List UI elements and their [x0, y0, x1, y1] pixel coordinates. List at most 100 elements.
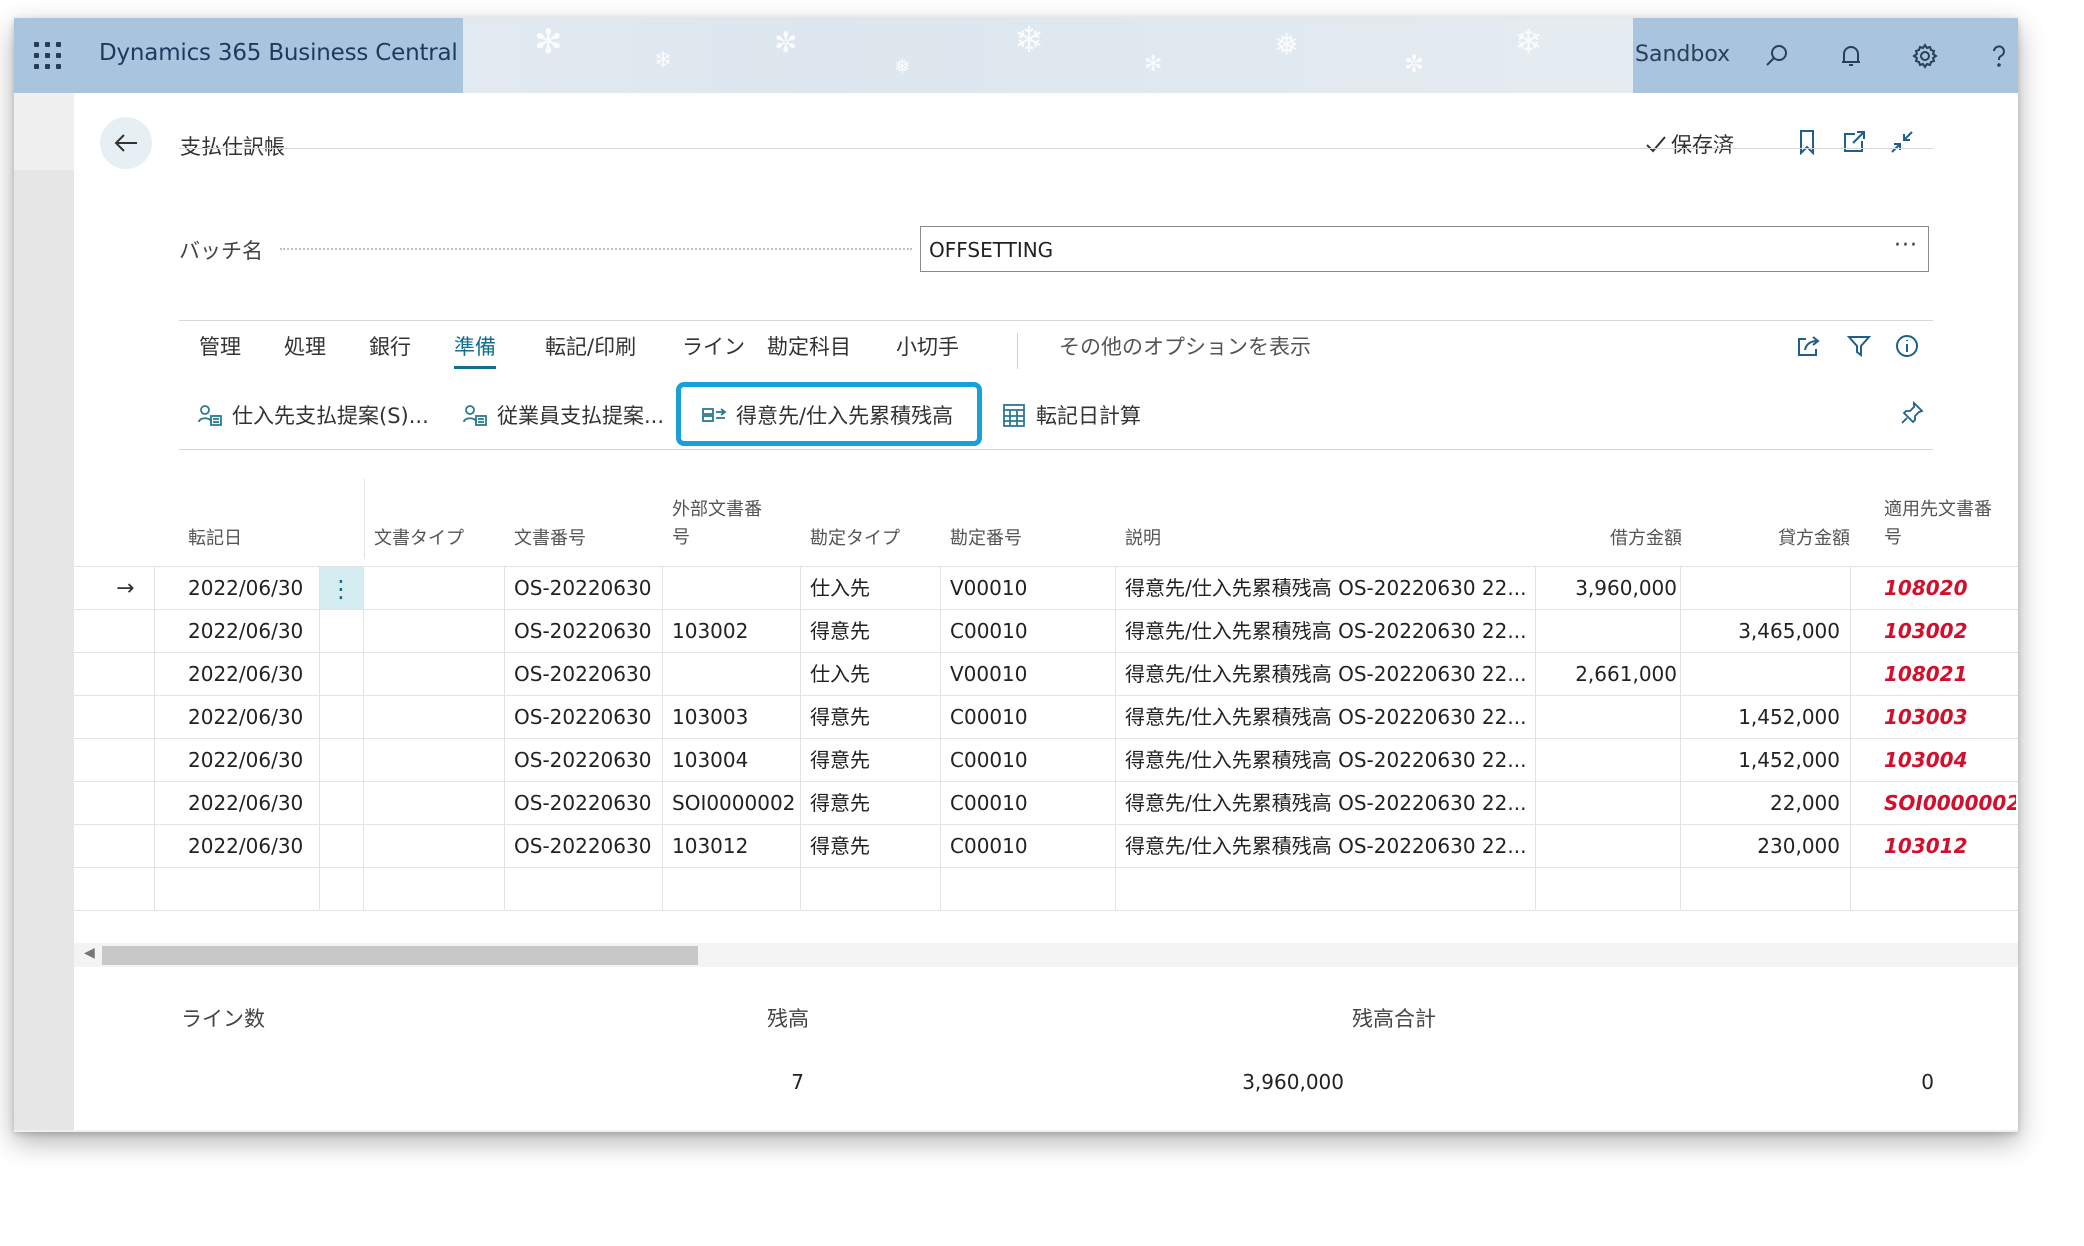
lookup-ellipsis-button[interactable]: ···: [1894, 233, 1918, 258]
show-more-options-button[interactable]: その他のオプションを表示: [1059, 331, 1311, 361]
cell-account-no[interactable]: C00010: [950, 696, 1110, 739]
cell-credit-amount[interactable]: 1,452,000: [1700, 739, 1840, 782]
tab-bank[interactable]: 銀行: [369, 331, 411, 361]
cell-external-doc-no[interactable]: 103002: [672, 610, 797, 653]
net-customer-vendor-balances-button[interactable]: 得意先/仕入先累積残高: [700, 397, 953, 433]
cell-account-no[interactable]: V00010: [950, 653, 1110, 696]
table-row-empty[interactable]: [74, 867, 2018, 911]
table-row[interactable]: → ⋮ 2022/06/30 OS-20220630 仕入先 V00010 得意先/仕入先累…: [74, 566, 2018, 610]
cell-document-type[interactable]: [374, 653, 504, 696]
cell-document-type[interactable]: [374, 696, 504, 739]
cell-account-no[interactable]: C00010: [950, 825, 1110, 868]
cell-credit-amount[interactable]: [1700, 653, 1840, 696]
back-button[interactable]: [100, 117, 152, 169]
cell-applies-to-doc-no[interactable]: 103012: [1884, 825, 2016, 868]
suggest-employee-payments-button[interactable]: 従業員支払提案...: [461, 397, 664, 433]
tab-prepare[interactable]: 準備: [454, 331, 496, 369]
cell-posting-date[interactable]: 2022/06/30: [188, 610, 308, 653]
tab-process[interactable]: 処理: [284, 331, 326, 361]
cell-external-doc-no[interactable]: SOI0000002: [672, 782, 797, 825]
tab-account[interactable]: 勘定科目: [767, 331, 851, 361]
cell-document-no[interactable]: OS-20220630: [514, 696, 659, 739]
cell-document-type[interactable]: [374, 782, 504, 825]
cell-document-no[interactable]: OS-20220630: [514, 610, 659, 653]
cell-account-no[interactable]: C00010: [950, 739, 1110, 782]
cell-debit-amount[interactable]: 2,661,000: [1540, 653, 1677, 696]
cell-description[interactable]: 得意先/仕入先累積残高 OS-20220630 22...: [1125, 653, 1530, 696]
search-icon[interactable]: [1759, 38, 1795, 74]
cell-posting-date[interactable]: 2022/06/30: [188, 782, 308, 825]
column-header-posting-date[interactable]: 転記日: [188, 525, 242, 553]
cell-document-no[interactable]: OS-20220630: [514, 653, 659, 696]
cell-account-type[interactable]: 得意先: [810, 825, 935, 868]
table-row[interactable]: 2022/06/30 OS-20220630 103012 得意先 C00010 得意先/…: [74, 824, 2018, 868]
cell-external-doc-no[interactable]: 103003: [672, 696, 797, 739]
calculate-posting-date-button[interactable]: 転記日計算: [1000, 397, 1141, 433]
cell-posting-date[interactable]: 2022/06/30: [188, 567, 308, 610]
table-row[interactable]: 2022/06/30 OS-20220630 仕入先 V00010 得意先/仕入先累積残…: [74, 652, 2018, 696]
cell-document-no[interactable]: OS-20220630: [514, 782, 659, 825]
cell-account-type[interactable]: 得意先: [810, 696, 935, 739]
cell-account-type[interactable]: 得意先: [810, 739, 935, 782]
cell-applies-to-doc-no[interactable]: 103003: [1884, 696, 2016, 739]
cell-account-type[interactable]: 得意先: [810, 782, 935, 825]
column-header-account-type[interactable]: 勘定タイプ: [810, 525, 900, 553]
cell-description[interactable]: 得意先/仕入先累積残高 OS-20220630 22...: [1125, 610, 1530, 653]
suggest-vendor-payments-button[interactable]: 仕入先支払提案(S)...: [196, 397, 429, 433]
waffle-icon[interactable]: [34, 42, 62, 70]
tab-manage[interactable]: 管理: [199, 331, 241, 361]
help-icon[interactable]: [1981, 38, 2017, 74]
collapse-icon[interactable]: [1887, 127, 1917, 157]
column-header-credit-amount[interactable]: 貸方金額: [1778, 525, 1850, 553]
cell-document-type[interactable]: [374, 567, 504, 610]
filter-icon[interactable]: [1844, 331, 1874, 361]
info-icon[interactable]: [1892, 331, 1922, 361]
cell-debit-amount[interactable]: [1540, 739, 1677, 782]
column-header-document-no[interactable]: 文書番号: [514, 525, 586, 553]
cell-credit-amount[interactable]: 3,465,000: [1700, 610, 1840, 653]
scrollbar-thumb[interactable]: [102, 946, 698, 965]
cell-account-no[interactable]: C00010: [950, 782, 1110, 825]
cell-description[interactable]: 得意先/仕入先累積残高 OS-20220630 22...: [1125, 739, 1530, 782]
column-header-applies-to-doc-no[interactable]: 適用先文書番 号: [1884, 496, 1992, 552]
column-header-account-no[interactable]: 勘定番号: [950, 525, 1022, 553]
cell-description[interactable]: 得意先/仕入先累積残高 OS-20220630 22...: [1125, 782, 1530, 825]
cell-debit-amount[interactable]: [1540, 610, 1677, 653]
cell-posting-date[interactable]: 2022/06/30: [188, 825, 308, 868]
cell-document-type[interactable]: [374, 825, 504, 868]
cell-description[interactable]: 得意先/仕入先累積残高 OS-20220630 22...: [1125, 696, 1530, 739]
cell-account-type[interactable]: 仕入先: [810, 653, 935, 696]
scroll-left-arrow-icon[interactable]: ◀: [84, 945, 95, 961]
bookmark-icon[interactable]: [1792, 127, 1822, 157]
cell-posting-date[interactable]: 2022/06/30: [188, 696, 308, 739]
column-header-external-doc-no[interactable]: 外部文書番 号: [672, 496, 762, 552]
cell-external-doc-no[interactable]: 103004: [672, 739, 797, 782]
cell-debit-amount[interactable]: [1540, 782, 1677, 825]
table-row[interactable]: 2022/06/30 OS-20220630 SOI0000002 得意先 C00010…: [74, 781, 2018, 825]
cell-debit-amount[interactable]: [1540, 825, 1677, 868]
cell-credit-amount[interactable]: 22,000: [1700, 782, 1840, 825]
cell-document-type[interactable]: [374, 610, 504, 653]
cell-account-type[interactable]: 仕入先: [810, 567, 935, 610]
cell-external-doc-no[interactable]: 103012: [672, 825, 797, 868]
open-new-window-icon[interactable]: [1839, 127, 1869, 157]
cell-debit-amount[interactable]: [1540, 696, 1677, 739]
cell-posting-date[interactable]: 2022/06/30: [188, 653, 308, 696]
cell-applies-to-doc-no[interactable]: SOI0000002: [1884, 782, 2016, 825]
cell-applies-to-doc-no[interactable]: 103004: [1884, 739, 2016, 782]
cell-document-no[interactable]: OS-20220630: [514, 567, 659, 610]
tab-check[interactable]: 小切手: [896, 331, 959, 361]
cell-applies-to-doc-no[interactable]: 103002: [1884, 610, 2016, 653]
table-row[interactable]: 2022/06/30 OS-20220630 103004 得意先 C00010 得意先/…: [74, 738, 2018, 782]
column-header-description[interactable]: 説明: [1125, 525, 1161, 553]
share-icon[interactable]: [1794, 331, 1824, 361]
cell-document-type[interactable]: [374, 739, 504, 782]
cell-document-no[interactable]: OS-20220630: [514, 825, 659, 868]
bell-icon[interactable]: [1833, 38, 1869, 74]
pin-icon[interactable]: [1897, 398, 1927, 428]
cell-credit-amount[interactable]: 230,000: [1700, 825, 1840, 868]
cell-account-type[interactable]: 得意先: [810, 610, 935, 653]
column-header-document-type[interactable]: 文書タイプ: [374, 525, 464, 553]
cell-debit-amount[interactable]: 3,960,000: [1540, 567, 1677, 610]
cell-document-no[interactable]: OS-20220630: [514, 739, 659, 782]
